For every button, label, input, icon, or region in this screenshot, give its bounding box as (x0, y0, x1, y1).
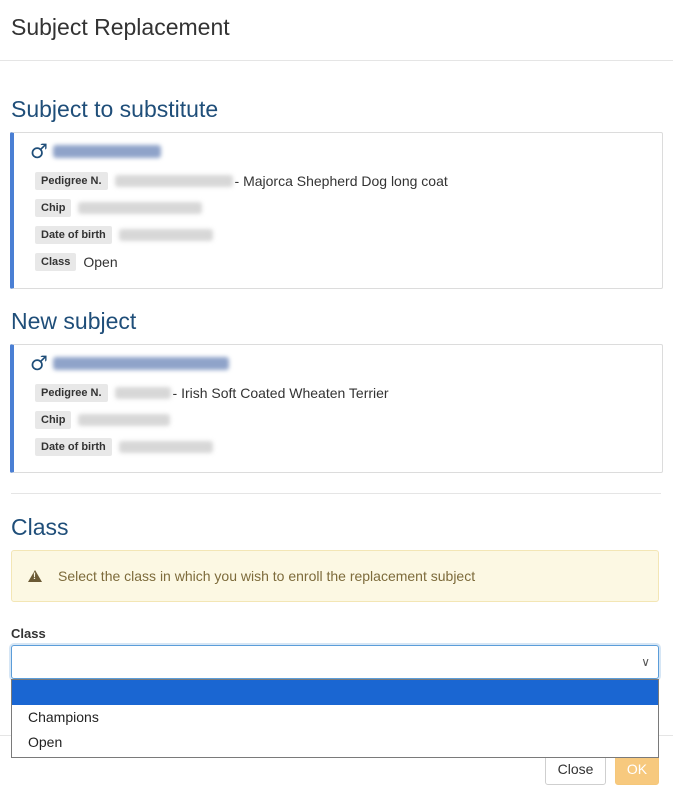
dob-label: Date of birth (35, 438, 112, 456)
substitute-card: ♂ Pedigree N. - Majorca Shepherd Dog lon… (10, 132, 663, 289)
class-value: Open (83, 254, 118, 270)
redacted-chip (78, 414, 171, 426)
pedigree-label: Pedigree N. (35, 172, 108, 190)
substitute-class-row: Class Open (35, 253, 118, 271)
alert-text: Select the class in which you wish to en… (58, 568, 476, 584)
redacted-chip (78, 202, 203, 214)
redacted-dob (118, 229, 213, 241)
section-divider (11, 493, 661, 494)
male-icon: ♂ (30, 351, 48, 375)
class-select[interactable]: ∨ (11, 645, 659, 679)
chevron-down-icon: ∨ (641, 655, 650, 669)
male-icon: ♂ (30, 139, 48, 163)
class-option-open[interactable]: Open (12, 730, 658, 755)
redacted-name (52, 356, 229, 370)
new-subject-heading: New subject (11, 308, 137, 334)
substitute-chip-row: Chip (35, 199, 204, 217)
class-option-empty[interactable] (12, 680, 658, 705)
pedigree-label: Pedigree N. (35, 384, 108, 402)
class-alert: Select the class in which you wish to en… (11, 550, 659, 602)
new-subject-name: ♂ (30, 353, 229, 373)
pedigree-breed: - Irish Soft Coated Wheaten Terrier (172, 385, 389, 401)
substitute-dob-row: Date of birth (35, 226, 215, 244)
class-heading: Class (11, 514, 69, 540)
chip-label: Chip (35, 199, 72, 217)
pedigree-breed: - Majorca Shepherd Dog long coat (234, 173, 448, 189)
modal-title: Subject Replacement (11, 14, 230, 40)
class-field-label: Class (11, 626, 46, 641)
dob-label: Date of birth (35, 226, 112, 244)
modal-header: Subject Replacement (0, 0, 673, 61)
warning-icon (28, 570, 42, 582)
new-subject-card: ♂ Pedigree N. - Irish Soft Coated Wheate… (10, 344, 663, 473)
redacted-pedigree-number (114, 387, 171, 399)
class-option-champions[interactable]: Champions (12, 705, 658, 730)
substitute-name: ♂ (30, 141, 161, 161)
redacted-name (52, 144, 161, 158)
new-subject-dob-row: Date of birth (35, 438, 215, 456)
redacted-dob (118, 441, 213, 453)
class-dropdown-list[interactable]: Champions Open (11, 679, 659, 758)
redacted-pedigree-number (114, 175, 233, 187)
substitute-heading: Subject to substitute (11, 96, 219, 122)
new-subject-pedigree-row: Pedigree N. - Irish Soft Coated Wheaten … (35, 384, 389, 402)
class-label: Class (35, 253, 77, 271)
new-subject-chip-row: Chip (35, 411, 172, 429)
chip-label: Chip (35, 411, 72, 429)
substitute-pedigree-row: Pedigree N. - Majorca Shepherd Dog long … (35, 172, 448, 190)
